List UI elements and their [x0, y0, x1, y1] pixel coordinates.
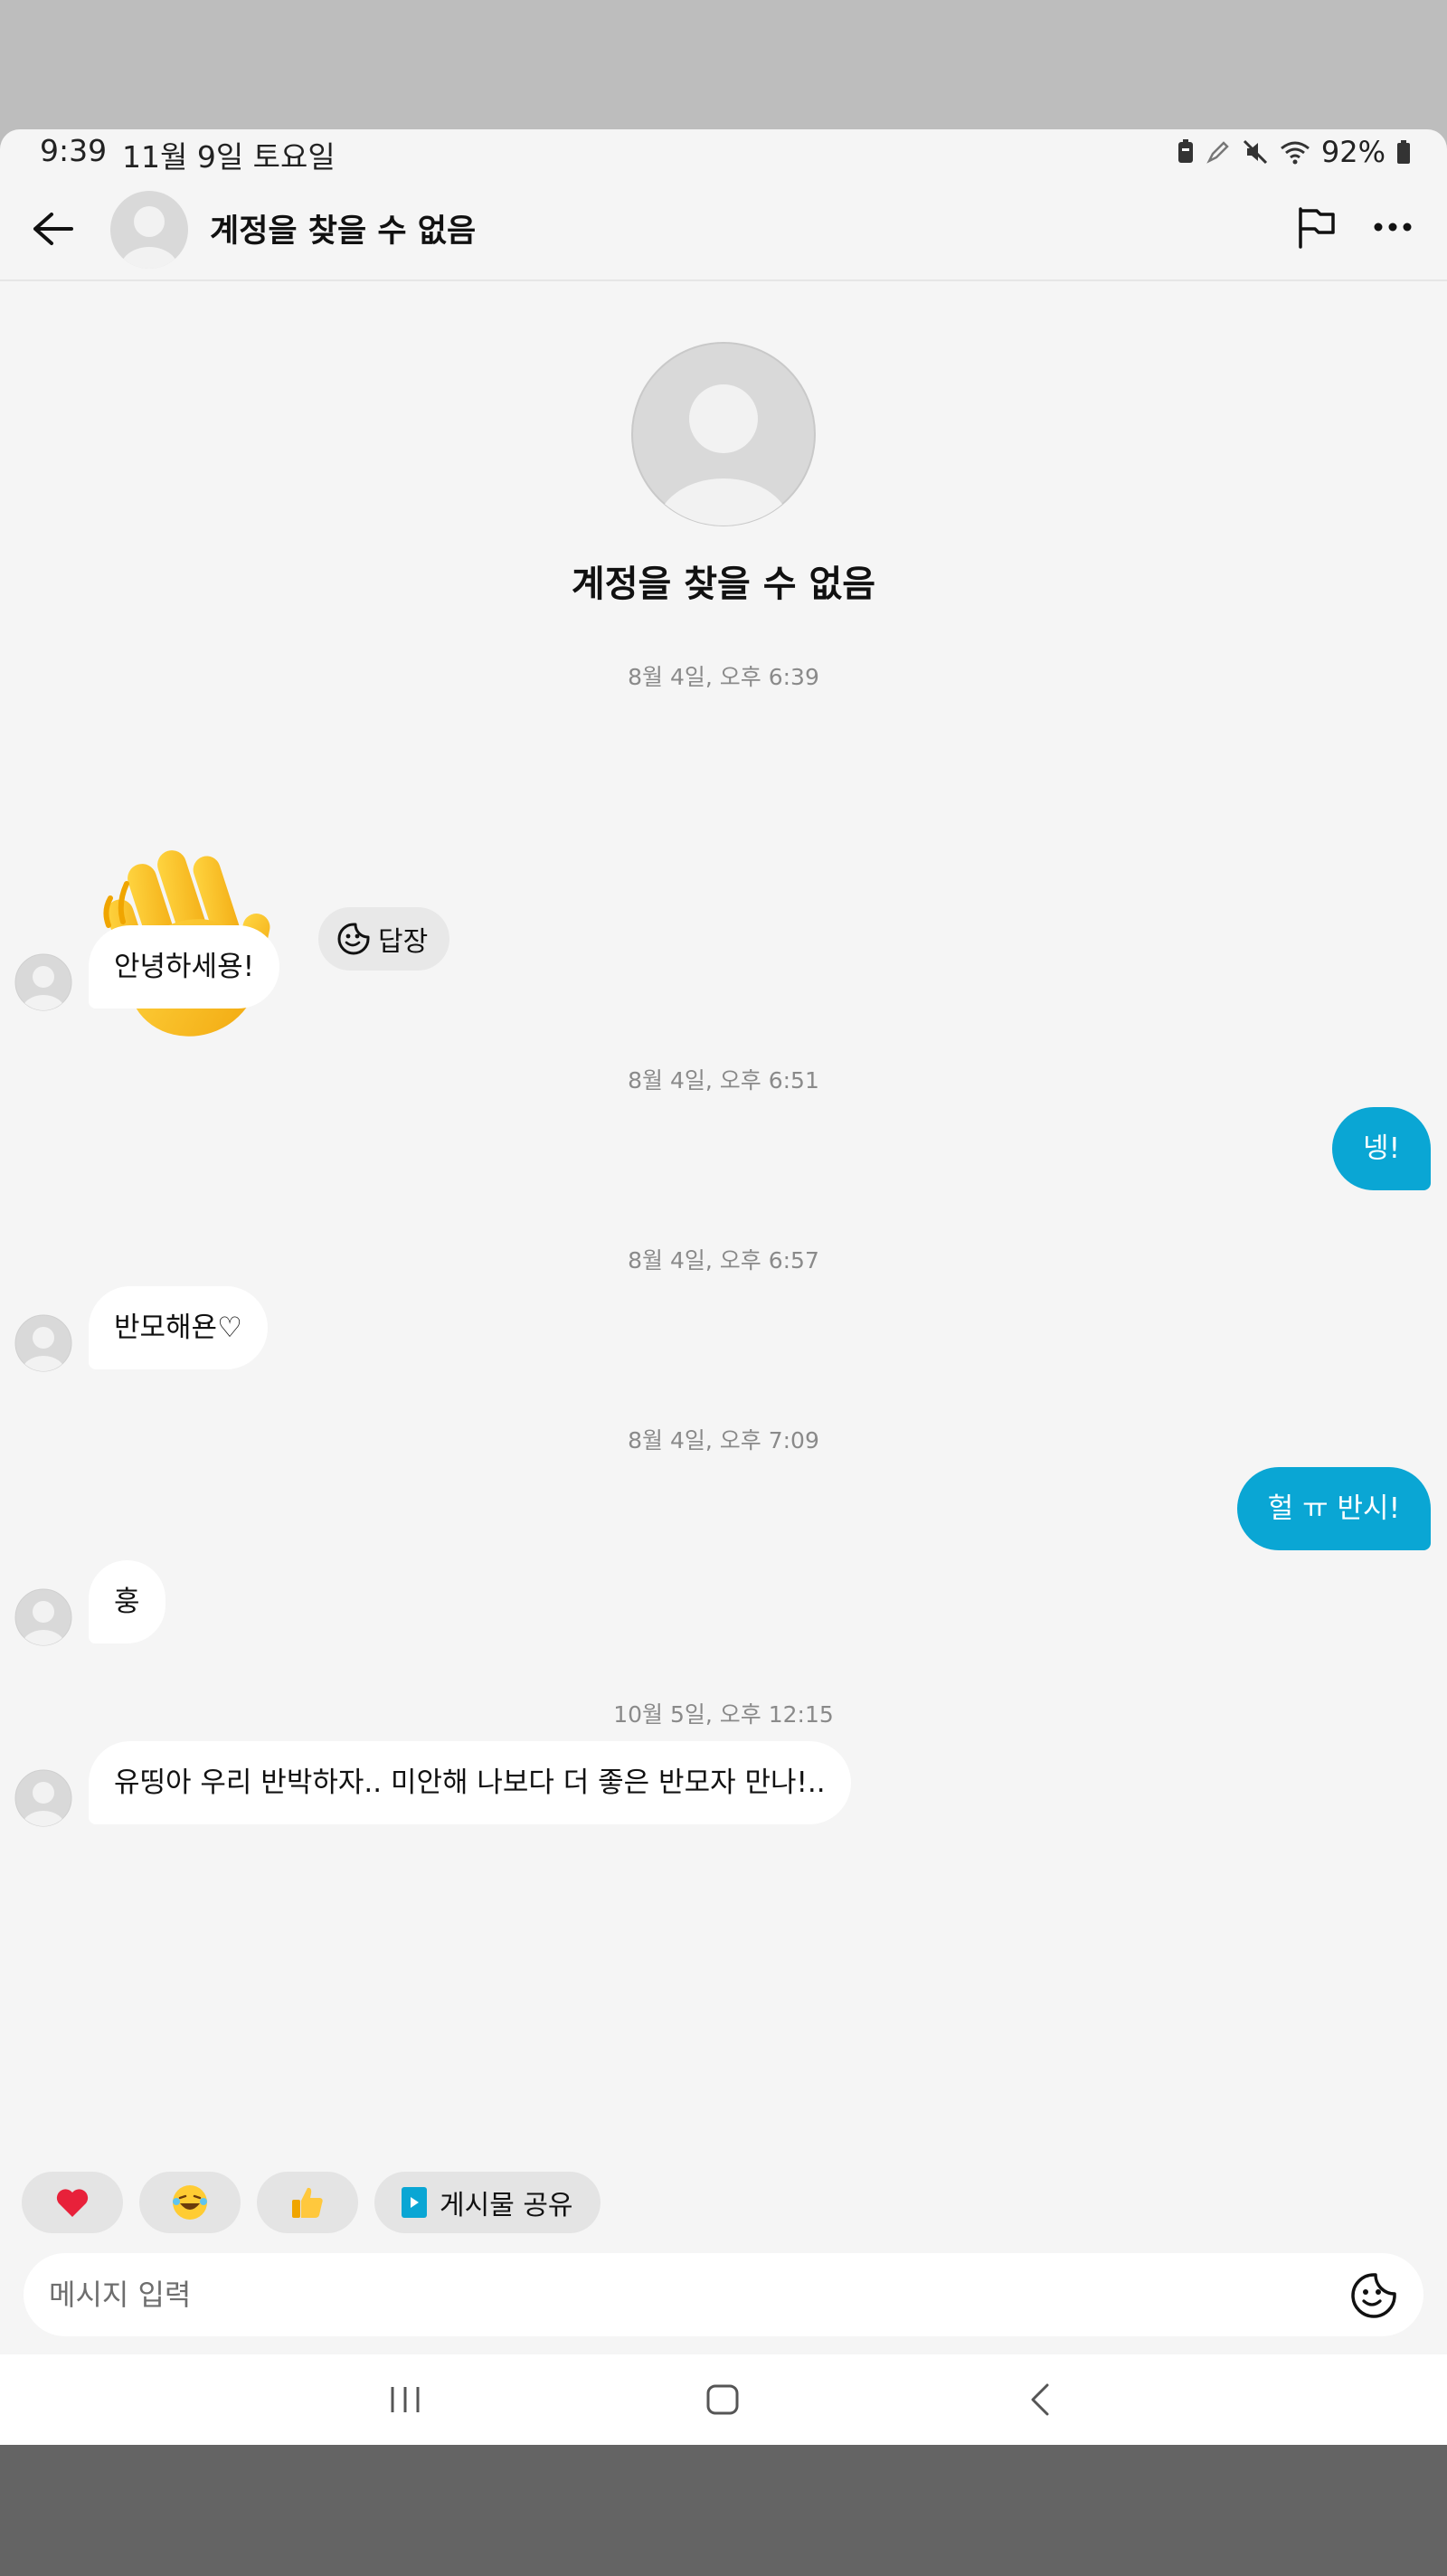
- avatar-placeholder-icon: [631, 342, 816, 526]
- mute-icon: [1242, 138, 1269, 166]
- message-composer: [24, 2253, 1423, 2336]
- sender-avatar[interactable]: [14, 1314, 72, 1372]
- chevron-left-icon: [1031, 2383, 1049, 2416]
- quick-reactions-row: 게시물 공유: [22, 2172, 601, 2233]
- sender-avatar[interactable]: [14, 1588, 72, 1646]
- status-time: 9:39: [40, 133, 108, 168]
- header-avatar[interactable]: [110, 191, 188, 269]
- message-bubble-sent[interactable]: 넹!: [1332, 1107, 1431, 1190]
- message-bubble-received[interactable]: 훙: [89, 1560, 166, 1643]
- recent-apps-button[interactable]: [378, 2378, 432, 2421]
- avatar-placeholder-icon: [14, 1314, 72, 1372]
- device-top-bezel: [0, 0, 1447, 129]
- recents-icon: [391, 2387, 420, 2412]
- status-icons: 92%: [1177, 135, 1411, 169]
- message-bubble-received[interactable]: 안녕하세용!: [89, 925, 280, 1009]
- share-post-button[interactable]: 게시물 공유: [374, 2172, 601, 2233]
- heart-icon: [56, 2189, 89, 2217]
- more-icon: [1374, 223, 1412, 232]
- battery-icon: [1396, 139, 1411, 165]
- sticker-reply-icon: [337, 923, 370, 955]
- post-share-icon: [402, 2187, 427, 2218]
- battery-percent: 92%: [1320, 135, 1386, 169]
- message-bubble-received[interactable]: 유띵아 우리 반박하자.. 미안해 나보다 더 좋은 반모자 만나!..: [89, 1741, 851, 1824]
- status-date: 11월 9일 토요일: [122, 139, 336, 175]
- sticker-button[interactable]: [1349, 2271, 1398, 2320]
- chat-header: 계정을 찾을 수 없음: [0, 176, 1447, 281]
- sender-avatar[interactable]: [14, 1769, 72, 1827]
- avatar-placeholder-icon: [14, 1588, 72, 1646]
- avatar-placeholder-icon: [110, 191, 188, 269]
- reply-label: 답장: [378, 926, 429, 958]
- wifi-icon: [1280, 139, 1310, 165]
- flag-icon: [1299, 207, 1335, 249]
- sticker-icon: [1351, 2273, 1396, 2318]
- share-post-label: 게시물 공유: [440, 2190, 573, 2221]
- reaction-laugh-button[interactable]: [139, 2172, 241, 2233]
- pen-icon: [1206, 139, 1231, 165]
- message-input[interactable]: [47, 2266, 1226, 2324]
- thumbs-up-icon: [292, 2187, 323, 2218]
- message-timestamp: 8월 4일, 오후 6:39: [628, 664, 819, 690]
- home-button[interactable]: [695, 2378, 750, 2421]
- avatar-placeholder-icon: [14, 1769, 72, 1827]
- profile-name: 계정을 찾을 수 없음: [571, 564, 876, 605]
- profile-avatar[interactable]: [630, 341, 817, 527]
- reaction-heart-button[interactable]: [22, 2172, 123, 2233]
- message-timestamp: 8월 4일, 오후 6:57: [628, 1247, 819, 1274]
- more-options-button[interactable]: [1367, 202, 1418, 252]
- message-timestamp: 10월 5일, 오후 12:15: [613, 1701, 834, 1728]
- home-icon: [706, 2384, 739, 2415]
- system-back-button[interactable]: [1013, 2378, 1067, 2421]
- message-bubble-sent[interactable]: 헐 ㅠ 반시!: [1236, 1467, 1431, 1550]
- reply-sticker-button[interactable]: 답장: [318, 907, 450, 971]
- header-title[interactable]: 계정을 찾을 수 없음: [210, 205, 476, 251]
- laughing-emoji-icon: [173, 2185, 207, 2220]
- status-bar: 9:39 11월 9일 토요일 92%: [0, 129, 1447, 176]
- message-bubble-received[interactable]: 반모해욘♡: [89, 1286, 268, 1369]
- message-timestamp: 8월 4일, 오후 6:51: [628, 1067, 819, 1094]
- report-button[interactable]: [1291, 202, 1342, 252]
- battery-saver-icon: [1177, 139, 1195, 165]
- avatar-placeholder-icon: [14, 953, 72, 1011]
- back-button[interactable]: [27, 204, 78, 254]
- sender-avatar[interactable]: [14, 953, 72, 1011]
- message-timestamp: 8월 4일, 오후 7:09: [628, 1427, 819, 1454]
- phone-screen: 9:39 11월 9일 토요일 92% 계정을 찾을 수 없음 계정을 찾을 수…: [0, 129, 1447, 2445]
- device-bottom-bezel: [0, 2445, 1447, 2576]
- system-navigation-bar: [0, 2354, 1447, 2445]
- reaction-thumbs-up-button[interactable]: [257, 2172, 358, 2233]
- back-arrow-icon: [33, 213, 73, 245]
